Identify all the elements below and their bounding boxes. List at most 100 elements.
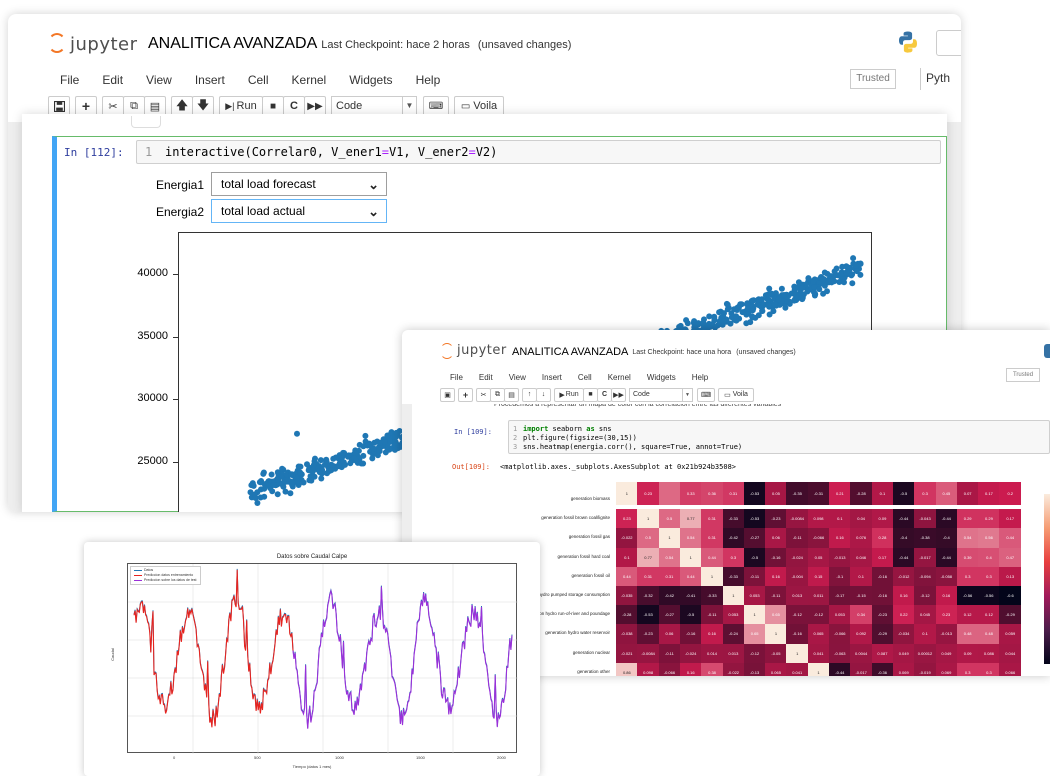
menu-widgets[interactable]: Widgets	[647, 373, 676, 382]
scatter-point	[345, 452, 352, 459]
menu-view[interactable]: View	[509, 373, 526, 382]
cut-icon[interactable]: ✂	[102, 96, 124, 116]
monitor-icon: ▭	[460, 100, 471, 112]
cell-type-select[interactable]: Code ▼	[331, 96, 417, 116]
trusted-indicator[interactable]: Trusted	[850, 69, 896, 89]
save-icon[interactable]: ▣	[440, 387, 455, 402]
heatmap-cell: 0.77	[637, 547, 659, 568]
heatmap-cell: 1	[807, 662, 830, 676]
menu-edit[interactable]: Edit	[102, 73, 123, 87]
restart-icon[interactable]: C	[283, 96, 305, 116]
scatter-point	[775, 296, 782, 303]
paste-icon[interactable]: ▤	[144, 96, 166, 116]
heatmap-cell	[658, 482, 681, 506]
notebook-title[interactable]: ANALITICA AVANZADA	[148, 35, 317, 53]
heatmap-cell: -0.33	[722, 566, 745, 587]
heatmap-cell: 0.09	[956, 643, 979, 664]
heatmap-cell: -0.019	[914, 662, 936, 676]
run-all-icon[interactable]: ▶▶	[611, 387, 626, 402]
run-all-icon[interactable]: ▶▶	[304, 96, 326, 116]
paste-icon[interactable]: ▤	[504, 387, 519, 402]
scatter-point	[289, 479, 296, 486]
add-cell-icon[interactable]: +	[75, 96, 97, 116]
voila-button[interactable]: ▭ Voila	[454, 96, 504, 116]
chart-legend: Datos Prediccion datos entrenamiento Pre…	[130, 566, 201, 585]
y-tick-mark	[173, 336, 178, 338]
scatter-point	[765, 291, 772, 298]
heatmap-cell: 0.076	[850, 528, 872, 548]
input-prompt: In [112]:	[64, 146, 124, 159]
code-text: sns.heatmap(energia.corr(), square=True,…	[523, 443, 743, 451]
menu-file[interactable]: File	[450, 373, 463, 382]
keyboard-icon[interactable]: ⌨	[697, 387, 715, 402]
scatter-point	[340, 449, 347, 456]
cell-type-value: Code	[633, 390, 650, 398]
jupyter-logo[interactable]: jupyter	[48, 33, 137, 55]
scatter-point	[778, 285, 785, 292]
menu-kernel[interactable]: Kernel	[608, 373, 631, 382]
checkpoint-status: Last Checkpoint: hace 2 horas	[321, 39, 470, 51]
run-button[interactable]: ▶ Run	[554, 387, 584, 402]
heatmap-cell: 0.31	[658, 566, 681, 587]
x-tick-label: 2000	[497, 755, 506, 760]
menu-kernel[interactable]: Kernel	[292, 73, 327, 87]
heatmap-cell: 0.44	[616, 566, 638, 587]
heatmap-cell: 1	[679, 547, 702, 568]
scatter-point	[841, 279, 847, 286]
input-prompt: In [109]:	[454, 428, 492, 436]
energia2-dropdown[interactable]: total load actual ⌄	[211, 199, 387, 223]
run-button[interactable]: ▶| Run	[219, 96, 263, 116]
keyboard-icon[interactable]: ⌨	[423, 96, 449, 116]
heatmap-cell: 0.44	[999, 528, 1022, 548]
move-down-icon[interactable]: 🡇	[192, 96, 214, 116]
menu-widgets[interactable]: Widgets	[349, 73, 392, 87]
heatmap-cell: 0.17	[999, 509, 1022, 529]
menu-cell[interactable]: Cell	[578, 373, 592, 382]
heatmap-cell: -0.24	[722, 624, 745, 644]
scatter-point	[392, 439, 399, 446]
menu-help[interactable]: Help	[416, 73, 441, 87]
copy-icon[interactable]: ⧉	[490, 387, 505, 402]
heatmap-cell: -0.0084	[637, 643, 659, 664]
move-up-icon[interactable]: ↑	[522, 387, 537, 402]
code-input[interactable]: 1 import seaborn as sns 2 plt.figure(figsi…	[508, 420, 1050, 454]
scatter-point	[360, 460, 367, 467]
chart-title: Datos sobre Caudal Calpe	[276, 554, 348, 560]
move-up-icon[interactable]: 🡅	[171, 96, 193, 116]
scatter-point	[716, 309, 723, 316]
restart-icon[interactable]: C	[597, 387, 612, 402]
save-icon[interactable]	[48, 96, 70, 116]
menu-edit[interactable]: Edit	[479, 373, 493, 382]
menu-file[interactable]: File	[60, 73, 79, 87]
menu-insert[interactable]: Insert	[195, 73, 225, 87]
scatter-point	[744, 300, 751, 307]
stop-icon[interactable]: ■	[583, 387, 598, 402]
stop-icon[interactable]: ■	[262, 96, 284, 116]
menu-help[interactable]: Help	[692, 373, 708, 382]
add-cell-icon[interactable]: +	[458, 387, 473, 402]
heatmap-cell: 0.12	[956, 605, 979, 625]
code-input[interactable]: 1 interactive(Correlar0, V_ener1=V1, V_en…	[136, 140, 941, 164]
menu-insert[interactable]: Insert	[542, 373, 562, 382]
heatmap-cell: -0.27	[658, 605, 681, 625]
jupyter-logo[interactable]: jupyter	[440, 343, 508, 361]
scatter-point	[743, 320, 750, 327]
heatmap-cell: -0.12	[786, 605, 809, 625]
notebook-title[interactable]: ANALITICA AVANZADA	[512, 346, 628, 358]
heatmap-cell: -0.021	[616, 643, 638, 664]
cut-icon[interactable]: ✂	[476, 387, 491, 402]
user-button[interactable]	[936, 30, 961, 56]
copy-icon[interactable]: ⧉	[123, 96, 145, 116]
energia1-dropdown[interactable]: total load forecast ⌄	[211, 172, 387, 196]
scatter-point	[843, 269, 850, 276]
voila-button[interactable]: ▭ Voila	[718, 387, 754, 402]
menu-cell[interactable]: Cell	[248, 73, 269, 87]
jupyter-wordmark: jupyter	[70, 34, 138, 55]
cell-type-select[interactable]: Code ▼	[629, 387, 693, 402]
heatmap-cell: 0.56	[978, 528, 1000, 548]
move-down-icon[interactable]: ↓	[536, 387, 551, 402]
menu-view[interactable]: View	[146, 73, 172, 87]
voila-label: Voila	[732, 391, 748, 398]
trusted-indicator[interactable]: Trusted	[1006, 368, 1040, 382]
heatmap-cell: -0.5	[743, 547, 766, 568]
